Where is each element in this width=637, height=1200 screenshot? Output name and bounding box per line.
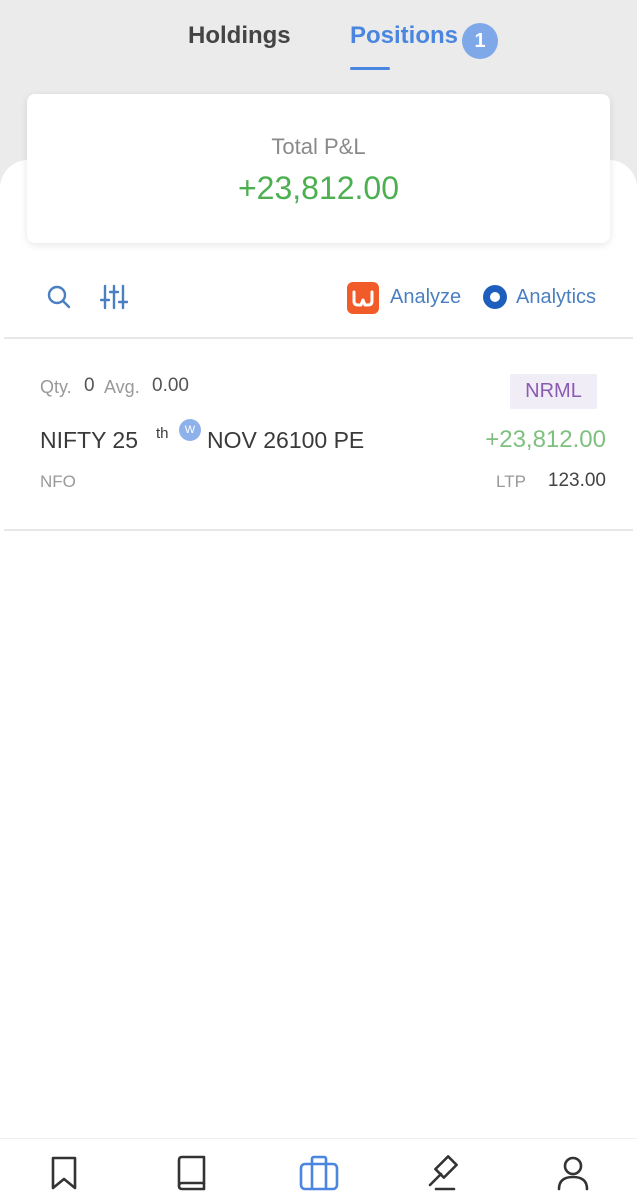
analytics-link[interactable]: Analytics bbox=[516, 286, 596, 309]
tab-positions[interactable]: Positions bbox=[350, 22, 458, 50]
instrument-contract: NOV 26100 PE bbox=[207, 427, 365, 453]
tab-holdings[interactable]: Holdings bbox=[188, 22, 291, 50]
bottom-navigation bbox=[0, 1138, 637, 1200]
total-pnl-value: +23,812.00 bbox=[237, 170, 400, 206]
weekly-expiry-badge: W bbox=[179, 419, 201, 441]
divider bbox=[4, 529, 633, 531]
positions-count-badge: 1 bbox=[462, 23, 498, 59]
exchange-label: NFO bbox=[40, 472, 76, 491]
product-type-badge: NRML bbox=[510, 374, 597, 409]
user-icon[interactable] bbox=[555, 1155, 591, 1196]
active-tab-indicator bbox=[350, 67, 390, 70]
book-icon[interactable] bbox=[174, 1155, 208, 1196]
positions-toolbar: Analyze Analytics bbox=[0, 270, 637, 324]
total-pnl-card: Total P&L +23,812.00 bbox=[27, 94, 610, 243]
qty-label: Qty. bbox=[40, 377, 72, 397]
position-pnl: +23,812.00 bbox=[485, 426, 606, 453]
qty-value: 0 bbox=[84, 375, 95, 396]
tab-bar: Holdings Positions 1 bbox=[0, 0, 637, 80]
instrument-name: NIFTY 25 bbox=[40, 427, 138, 453]
analyze-link[interactable]: Analyze bbox=[390, 286, 461, 309]
gavel-icon[interactable] bbox=[426, 1155, 464, 1196]
instrument-date-suffix: th bbox=[156, 425, 169, 442]
search-icon[interactable] bbox=[46, 284, 72, 315]
avg-value: 0.00 bbox=[152, 375, 189, 396]
ltp-value: 123.00 bbox=[547, 470, 606, 491]
total-pnl-label: Total P&L bbox=[271, 134, 366, 159]
briefcase-icon[interactable] bbox=[299, 1155, 339, 1196]
analytics-logo-icon[interactable] bbox=[482, 284, 508, 315]
ltp-label: LTP bbox=[496, 472, 526, 491]
avg-label: Avg. bbox=[104, 377, 140, 397]
position-row[interactable]: Qty. 0 Avg. 0.00 NRML NIFTY 25 th W NOV … bbox=[0, 339, 637, 529]
sliders-icon[interactable] bbox=[99, 283, 129, 316]
analyze-logo-icon[interactable] bbox=[347, 282, 379, 314]
bookmark-icon[interactable] bbox=[47, 1155, 81, 1196]
